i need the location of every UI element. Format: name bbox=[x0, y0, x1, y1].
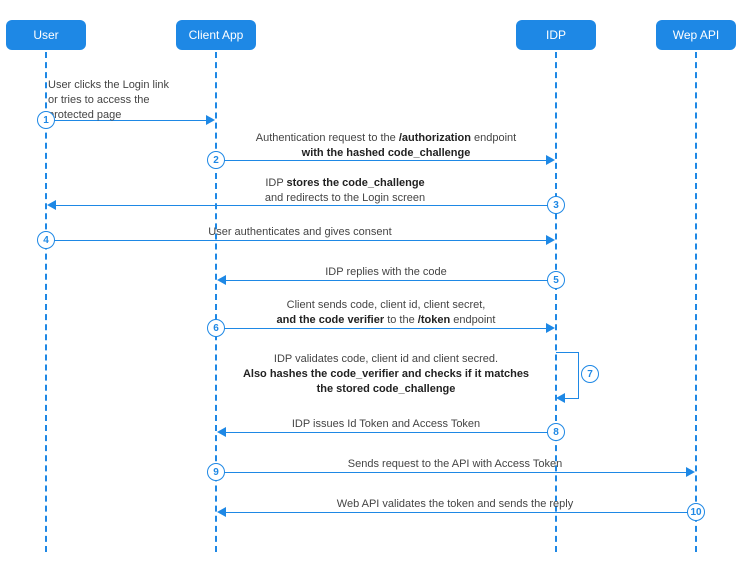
arrow-head-icon bbox=[217, 507, 226, 517]
msg-2-label: Authentication request to the /authoriza… bbox=[236, 131, 536, 161]
msg-7-b1: Also hashes the code_verifier and checks… bbox=[243, 368, 529, 395]
lifeline-api bbox=[695, 52, 697, 552]
step-4-badge: 4 bbox=[37, 231, 55, 249]
msg-6-b1: and the code verifier bbox=[277, 314, 385, 326]
msg-8-arrow bbox=[226, 432, 556, 433]
step-2-badge: 2 bbox=[207, 151, 225, 169]
arrow-head-icon bbox=[546, 323, 555, 333]
msg-5-label: IDP replies with the code bbox=[236, 265, 536, 280]
step-9-badge: 9 bbox=[207, 463, 225, 481]
msg-9-arrow bbox=[216, 472, 686, 473]
msg-5-arrow bbox=[226, 280, 556, 281]
msg-7-loop-top bbox=[556, 352, 578, 353]
msg-9-label: Sends request to the API with Access Tok… bbox=[280, 457, 630, 472]
msg-3-pre: IDP bbox=[265, 177, 286, 189]
msg-2-b2: with the hashed code_challenge bbox=[302, 147, 471, 159]
msg-7-pre: IDP validates code, client id and client… bbox=[274, 353, 498, 365]
msg-1-label: User clicks the Login linkor tries to ac… bbox=[48, 78, 214, 123]
msg-6-arrow bbox=[216, 328, 546, 329]
sequence-diagram: User Client App IDP Wep API User clicks … bbox=[0, 0, 749, 563]
arrow-head-icon bbox=[556, 393, 565, 403]
step-7-badge: 7 bbox=[581, 365, 599, 383]
arrow-head-icon bbox=[47, 200, 56, 210]
step-6-badge: 6 bbox=[207, 319, 225, 337]
msg-7-loop-bottom bbox=[565, 398, 579, 399]
msg-2-pre: Authentication request to the bbox=[256, 132, 399, 144]
msg-7-loop-side bbox=[578, 352, 579, 398]
arrow-head-icon bbox=[217, 275, 226, 285]
msg-2-b1: /authorization bbox=[399, 132, 471, 144]
step-3-badge: 3 bbox=[547, 196, 565, 214]
msg-2-mid: endpoint bbox=[471, 132, 516, 144]
arrow-head-icon bbox=[546, 155, 555, 165]
step-5-badge: 5 bbox=[547, 271, 565, 289]
msg-3-post: and redirects to the Login screen bbox=[265, 192, 425, 204]
step-10-badge: 10 bbox=[687, 503, 705, 521]
msg-3-label: IDP stores the code_challengeand redirec… bbox=[180, 176, 510, 206]
lifeline-idp bbox=[555, 52, 557, 552]
msg-6-b2: /token bbox=[418, 314, 450, 326]
participant-user: User bbox=[6, 20, 86, 50]
arrow-head-icon bbox=[546, 235, 555, 245]
arrow-head-icon bbox=[686, 467, 695, 477]
step-1-badge: 1 bbox=[37, 111, 55, 129]
msg-4-arrow bbox=[46, 240, 546, 241]
msg-8-label: IDP issues Id Token and Access Token bbox=[236, 417, 536, 432]
participant-api: Wep API bbox=[656, 20, 736, 50]
msg-10-label: Web API validates the token and sends th… bbox=[280, 497, 630, 512]
msg-6-pre: Client sends code, client id, client sec… bbox=[287, 299, 486, 311]
step-8-badge: 8 bbox=[547, 423, 565, 441]
msg-10-arrow bbox=[226, 512, 696, 513]
participant-client: Client App bbox=[176, 20, 256, 50]
msg-4-label: User authenticates and gives consent bbox=[150, 225, 450, 240]
arrow-head-icon bbox=[217, 427, 226, 437]
msg-3-b1: stores the code_challenge bbox=[287, 177, 425, 189]
msg-6-mid: to the bbox=[384, 314, 418, 326]
msg-7-label: IDP validates code, client id and client… bbox=[236, 352, 536, 397]
msg-6-post: endpoint bbox=[450, 314, 495, 326]
msg-6-label: Client sends code, client id, client sec… bbox=[236, 298, 536, 328]
participant-idp: IDP bbox=[516, 20, 596, 50]
